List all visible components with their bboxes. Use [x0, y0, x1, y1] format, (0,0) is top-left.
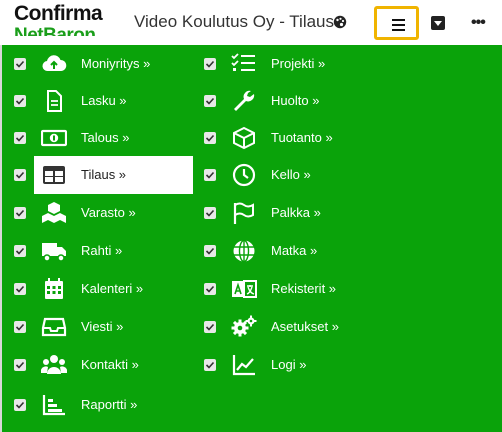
table-icon [41, 163, 67, 187]
menu-item-raportti[interactable]: Raportti » [0, 386, 160, 424]
checkbox[interactable] [14, 321, 26, 333]
menu-item-label: Moniyritys » [81, 56, 151, 71]
menu-item-tuotanto[interactable]: Tuotanto » [194, 119, 354, 157]
dropdown-toggle-icon[interactable] [431, 16, 445, 30]
menu-item-asetukset[interactable]: Asetukset » [194, 308, 354, 346]
line-chart-icon [231, 353, 257, 377]
menu-item-label: Viesti » [81, 319, 124, 334]
banknote-icon [40, 126, 68, 150]
menu-item-palkka[interactable]: Palkka » [194, 194, 354, 232]
menu-item-matka[interactable]: Matka » [194, 232, 354, 270]
checkbox[interactable] [204, 359, 216, 371]
hamburger-menu-button[interactable] [374, 6, 419, 40]
logo-main-text: Confirma [14, 2, 103, 25]
boxes-icon [41, 201, 67, 225]
menu-item-tilaus[interactable]: Tilaus » [34, 156, 193, 194]
checkbox[interactable] [204, 207, 216, 219]
menu-bar-icon [392, 19, 405, 21]
menu-item-rekisterit[interactable]: Rekisterit » [194, 270, 354, 308]
module-menu: Moniyritys » Lasku » Talous » Tilaus » V… [0, 45, 502, 432]
menu-item-varasto[interactable]: Varasto » [0, 194, 160, 232]
menu-item-label: Raportti » [81, 397, 138, 412]
menu-item-label: Matka » [271, 243, 318, 258]
menu-item-label: Huolto » [271, 93, 320, 108]
menu-item-label: Rahti » [81, 243, 123, 258]
menu-bar-icon [392, 24, 405, 26]
clock-icon [231, 163, 257, 187]
inbox-icon [41, 315, 67, 339]
menu-item-kello[interactable]: Kello » [194, 156, 354, 194]
checkbox[interactable] [14, 58, 26, 70]
document-icon [41, 89, 67, 113]
palette-icon[interactable] [333, 15, 347, 29]
checkbox[interactable] [204, 321, 216, 333]
menu-item-rahti[interactable]: Rahti » [0, 232, 160, 270]
cube-icon [231, 126, 257, 150]
checkbox[interactable] [14, 399, 26, 411]
checkbox[interactable] [204, 283, 216, 295]
menu-item-label: Logi » [271, 357, 307, 372]
menu-bar-icon [392, 29, 405, 31]
menu-item-label: Asetukset » [271, 319, 339, 334]
menu-item-label: Lasku » [81, 93, 127, 108]
left-border [0, 45, 2, 432]
gears-icon [231, 315, 257, 339]
checkbox[interactable] [14, 207, 26, 219]
menu-item-label: Kello » [271, 167, 311, 182]
logo[interactable]: Confirma NetBaron [14, 0, 124, 37]
menu-item-kontakti[interactable]: Kontakti » [0, 346, 160, 384]
globe-icon [231, 239, 257, 263]
menu-item-projekti[interactable]: Projekti » [194, 45, 354, 83]
checkbox[interactable] [14, 132, 26, 144]
menu-item-kalenteri[interactable]: Kalenteri » [0, 270, 160, 308]
checkbox[interactable] [14, 95, 26, 107]
menu-item-huolto[interactable]: Huolto » [194, 82, 354, 120]
language-icon [231, 277, 257, 301]
wrench-icon [231, 89, 257, 113]
checkbox[interactable] [204, 95, 216, 107]
more-options-icon[interactable]: ••• [471, 14, 486, 32]
menu-item-label: Palkka » [271, 205, 321, 220]
menu-item-label: Kontakti » [81, 357, 139, 372]
menu-item-label: Talous » [81, 130, 130, 145]
checkbox[interactable] [14, 283, 26, 295]
checkbox[interactable] [14, 169, 26, 181]
tasks-icon [231, 52, 257, 76]
users-icon [40, 353, 68, 377]
checkbox[interactable] [204, 132, 216, 144]
logo-sub-text: NetBaron [14, 25, 96, 37]
checkbox[interactable] [204, 169, 216, 181]
menu-item-label: Kalenteri » [81, 281, 144, 296]
menu-item-label: Tilaus » [81, 167, 127, 182]
menu-item-moniyritys[interactable]: Moniyritys » [0, 45, 160, 83]
menu-item-label: Projekti » [271, 56, 326, 71]
checkbox[interactable] [204, 245, 216, 257]
menu-item-viesti[interactable]: Viesti » [0, 308, 160, 346]
checkbox[interactable] [14, 245, 26, 257]
menu-item-logi[interactable]: Logi » [194, 346, 354, 384]
menu-item-label: Tuotanto » [271, 130, 333, 145]
checkbox[interactable] [14, 359, 26, 371]
menu-item-lasku[interactable]: Lasku » [0, 82, 160, 120]
flag-icon [231, 201, 257, 225]
calendar-icon [41, 277, 67, 301]
top-bar: Confirma NetBaron Video Koulutus Oy - Ti… [0, 0, 502, 45]
report-icon [41, 393, 67, 417]
menu-item-label: Varasto » [81, 205, 136, 220]
cloud-upload-icon [41, 52, 67, 76]
checkbox[interactable] [204, 58, 216, 70]
menu-item-talous[interactable]: Talous » [0, 119, 160, 157]
truck-icon [41, 239, 67, 263]
menu-item-label: Rekisterit » [271, 281, 337, 296]
page-title: Video Koulutus Oy - Tilaus [134, 12, 335, 31]
